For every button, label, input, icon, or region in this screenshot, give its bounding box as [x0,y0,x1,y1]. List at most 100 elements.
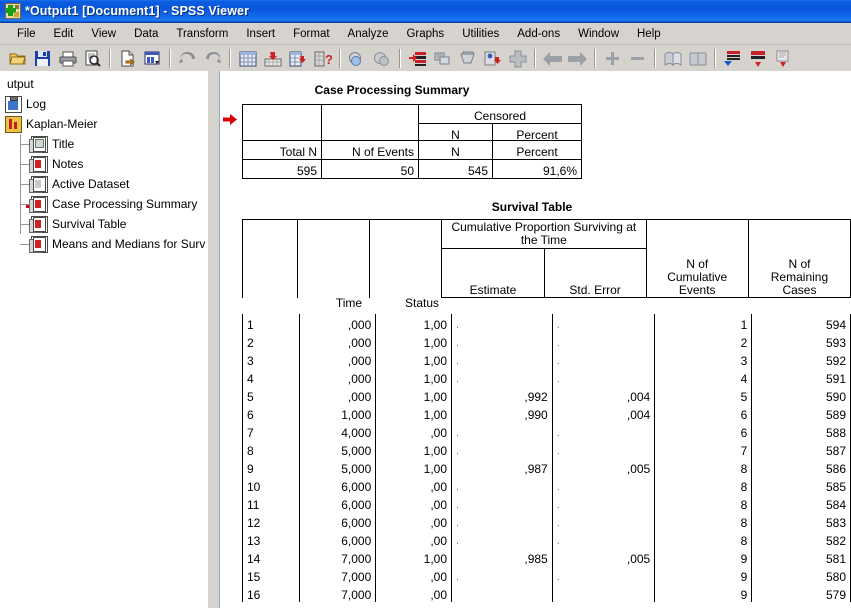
variables-icon[interactable] [285,47,310,70]
st-cell-std-error: . [552,440,655,458]
menu-view[interactable]: View [82,26,125,42]
menu-graphs[interactable]: Graphs [397,26,453,42]
st-cell-time: ,000 [299,350,375,368]
toolbar-separator [534,49,536,68]
st-cell-time: ,000 [299,386,375,404]
table-row: 157,000,00..9580 [243,566,851,584]
st-header-remaining-cases: N ofRemainingCases [748,220,850,298]
st-cell-estimate: . [452,422,553,440]
st-cell-status: 1,00 [376,458,452,476]
st-cell-remaining-cases: 580 [752,566,851,584]
goto-case-icon[interactable] [260,47,285,70]
dialog-recall-icon[interactable] [140,47,165,70]
table-row: 106,000,00..8585 [243,476,851,494]
select-cases-icon[interactable] [405,47,430,70]
menu-transform[interactable]: Transform [167,26,237,42]
table-row: 116,000,00..8584 [243,494,851,512]
log-icon [5,96,22,113]
insert-cases-icon[interactable] [480,47,505,70]
st-cell-std-error: . [552,530,655,548]
split-file-icon[interactable] [345,47,370,70]
st-cell-cumulative-events: 4 [655,368,752,386]
st-cell-time: ,000 [299,368,375,386]
survival-table-rows: 1,0001,00..15942,0001,00..25933,0001,00.… [243,314,851,602]
st-group-header-cumulative-proportion: Cumulative Proportion Surviving at the T… [442,220,646,249]
insert-title-icon[interactable] [745,47,770,70]
menu-addons[interactable]: Add-ons [508,26,569,42]
save-file-icon[interactable] [30,47,55,70]
st-cell-time: ,000 [299,332,375,350]
output-pane[interactable]: Case Processing Summary Censored N Perce… [219,71,851,608]
case-processing-summary-body[interactable]: Total N N of Events N Percent 595 50 545… [242,140,582,179]
export-icon[interactable] [115,47,140,70]
outline-item-log[interactable]: Log [1,94,207,114]
insert-heading-icon[interactable] [720,47,745,70]
menu-edit[interactable]: Edit [45,26,83,42]
st-cell-time: 6,000 [299,494,375,512]
menu-analyze[interactable]: Analyze [339,26,398,42]
st-cell-index: 4 [243,368,300,386]
collapse-icon[interactable] [625,47,650,70]
st-cell-std-error: . [552,314,655,332]
st-cell-index: 14 [243,548,300,566]
st-cell-index: 1 [243,314,300,332]
weight-cases-icon[interactable] [370,47,395,70]
menu-help[interactable]: Help [628,26,670,42]
outline-pane[interactable]: utput Log Kaplan-Meier Title [0,71,208,608]
st-header-status: Status [389,296,455,310]
toolbar-separator [654,49,656,68]
outline-item-means-and-medians[interactable]: Means and Medians for Surv [1,234,207,254]
st-header-std-error: Std. Error [544,249,646,298]
hide-all-icon[interactable] [685,47,710,70]
print-icon[interactable] [55,47,80,70]
use-sets-icon[interactable] [455,47,480,70]
outline-item-title[interactable]: Title [1,134,207,154]
outline-item-case-processing-summary[interactable]: Case Processing Summary [1,194,207,214]
st-cell-time: 5,000 [299,458,375,476]
st-cell-index: 6 [243,404,300,422]
menu-utilities[interactable]: Utilities [453,26,508,42]
table-row: 147,0001,00,985,0059581 [243,548,851,566]
survival-table[interactable]: Cumulative Proportion Surviving at the T… [242,219,851,298]
survival-table-body[interactable]: 1,0001,00..15942,0001,00..25933,0001,00.… [242,314,851,602]
outline-item-notes[interactable]: Notes [1,154,207,174]
outline-item-kaplan-meier[interactable]: Kaplan-Meier [1,114,207,134]
st-cell-status: ,00 [376,530,452,548]
st-cell-std-error: ,005 [552,458,655,476]
table-row: 74,000,00..6588 [243,422,851,440]
print-preview-icon[interactable] [80,47,105,70]
case-processing-summary-table[interactable]: Censored N Percent [242,104,582,143]
cps-header-total-n-top [243,105,322,143]
outline-item-survival-table[interactable]: Survival Table [1,214,207,234]
outline-item-label: utput [7,77,34,91]
redo-icon[interactable] [200,47,225,70]
insert-text-icon[interactable] [770,47,795,70]
value-labels-icon[interactable] [430,47,455,70]
promote-icon[interactable] [540,47,565,70]
demote-icon[interactable] [565,47,590,70]
outline-item-active-dataset[interactable]: Active Dataset [1,174,207,194]
st-cell-status: 1,00 [376,440,452,458]
st-cell-status: 1,00 [376,350,452,368]
st-cell-index: 10 [243,476,300,494]
menu-format[interactable]: Format [284,26,338,42]
menu-data[interactable]: Data [125,26,167,42]
st-cell-cumulative-events: 8 [655,494,752,512]
undo-icon[interactable] [175,47,200,70]
spss-viewer-window: *Output1 [Document1] - SPSS Viewer File … [0,0,851,608]
st-cell-index: 2 [243,332,300,350]
outline-item-output[interactable]: utput [1,74,207,94]
cps-header-total-n: Total N [243,141,322,160]
st-cell-status: 1,00 [376,332,452,350]
menu-window[interactable]: Window [569,26,628,42]
open-file-icon[interactable] [5,47,30,70]
find-icon[interactable]: ? [310,47,335,70]
show-all-icon[interactable] [660,47,685,70]
expand-icon[interactable] [600,47,625,70]
insert-variable-icon[interactable] [505,47,530,70]
menu-insert[interactable]: Insert [237,26,284,42]
menu-file[interactable]: File [8,26,45,42]
goto-data-icon[interactable] [235,47,260,70]
st-cell-status: ,00 [376,494,452,512]
splitter-grip [211,131,215,167]
